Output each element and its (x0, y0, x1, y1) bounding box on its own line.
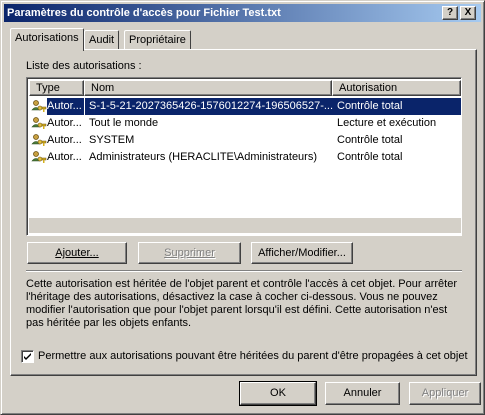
row-type: Autor... (47, 98, 84, 115)
inherit-checkbox[interactable] (21, 350, 34, 363)
column-header-name[interactable]: Nom (84, 80, 332, 96)
users-key-icon (31, 99, 47, 115)
column-header-permission[interactable]: Autorisation (332, 80, 461, 96)
view-edit-button[interactable]: Afficher/Modifier... (251, 242, 353, 264)
tab-label: Propriétaire (129, 34, 186, 46)
tab-autorisations[interactable]: Autorisations (10, 28, 84, 51)
help-button[interactable]: ? (442, 6, 458, 20)
separator (26, 270, 462, 272)
column-header-type[interactable]: Type (29, 80, 84, 96)
row-permission: Contrôle total (333, 98, 461, 115)
tab-audit[interactable]: Audit (84, 30, 120, 50)
inherit-checkbox-label[interactable]: Permettre aux autorisations pouvant être… (38, 350, 468, 362)
tab-proprietaire[interactable]: Propriétaire (124, 30, 191, 50)
checkmark-icon (24, 353, 31, 360)
add-button-label: Ajouter... (55, 247, 99, 259)
ok-button[interactable]: OK (239, 381, 317, 406)
window-title: Paramètres du contrôle d'accès pour Fich… (7, 7, 281, 19)
row-type: Autor... (47, 151, 82, 163)
title-bar[interactable]: Paramètres du contrôle d'accès pour Fich… (4, 4, 481, 22)
remove-button-label: Supprimer (164, 247, 215, 259)
list-row[interactable]: Autor... Tout le monde Lecture et exécutio… (29, 115, 461, 132)
close-button[interactable]: X (460, 6, 476, 20)
apply-button[interactable]: Appliquer (409, 382, 481, 405)
remove-button[interactable]: Supprimer (138, 242, 241, 264)
dialog-window: Paramètres du contrôle d'accès pour Fich… (0, 0, 485, 415)
tab-label: Autorisations (15, 32, 79, 44)
permissions-list[interactable]: Type Nom Autorisation Autor... S-1-5-21-2… (26, 77, 462, 236)
cancel-button[interactable]: Annuler (325, 382, 400, 405)
users-key-icon (31, 116, 47, 132)
row-permission: Contrôle total (337, 134, 403, 146)
row-type: Autor... (47, 117, 82, 129)
row-name: Tout le monde (89, 117, 159, 129)
users-key-icon (31, 133, 47, 149)
row-name: Administrateurs (HERACLITE\Administrateu… (89, 151, 318, 163)
list-row[interactable]: Autor... SYSTEM Contrôle total (29, 132, 461, 149)
list-row[interactable]: Autor... Administrateurs (HERACLITE\Admin… (29, 149, 461, 166)
tab-label: Audit (89, 34, 115, 46)
list-row[interactable]: Autor... S-1-5-21-2027365426-1576012274-1… (29, 98, 461, 115)
row-permission: Contrôle total (337, 151, 403, 163)
horizontal-scrollbar[interactable] (29, 217, 461, 233)
row-type: Autor... (47, 134, 82, 146)
row-permission: Lecture et exécution (337, 117, 437, 129)
row-name: SYSTEM (89, 134, 135, 146)
inheritance-info-text: Cette autorisation est héritée de l'obje… (26, 278, 457, 329)
list-label: Liste des autorisations : (26, 60, 142, 72)
users-key-icon (31, 150, 47, 166)
view-edit-button-label: Afficher/Modifier... (258, 247, 346, 259)
row-name: S-1-5-21-2027365426-1576012274-196506527… (85, 98, 333, 115)
add-button[interactable]: Ajouter... (27, 242, 127, 264)
